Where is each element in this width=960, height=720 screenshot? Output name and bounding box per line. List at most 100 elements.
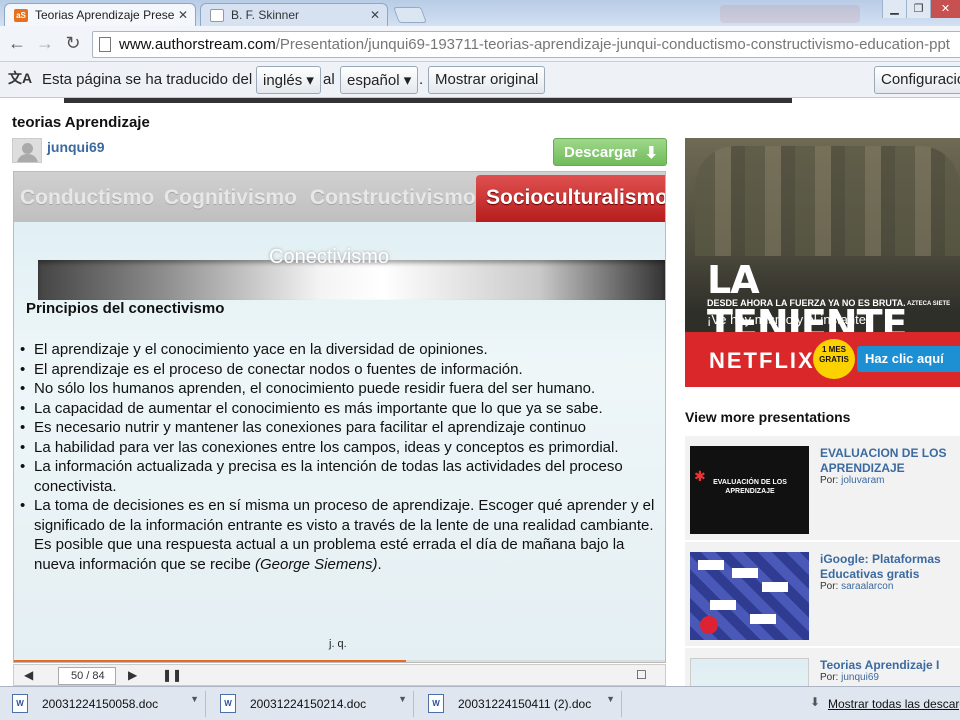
previous-slide-icon[interactable]: ◀ bbox=[24, 668, 33, 682]
source-language-select[interactable]: inglés ▾ bbox=[256, 66, 321, 94]
chevron-down-icon[interactable]: ▼ bbox=[398, 694, 407, 704]
translate-connector: al bbox=[323, 71, 335, 88]
slide-nav-socioculturalismo: Socioculturalismo bbox=[476, 175, 665, 222]
download-shelf: W 20031224150058.doc ▼ W 20031224150214.… bbox=[0, 686, 960, 720]
download-filename: 20031224150411 (2).doc bbox=[458, 697, 592, 711]
ad-badge: 1 MES GRATIS bbox=[813, 339, 855, 379]
show-all-downloads-link[interactable]: Mostrar todas las descarg bbox=[828, 697, 960, 711]
bullet-item: Es necesario nutrir y mantener las conex… bbox=[20, 418, 660, 438]
presentation-thumbnail[interactable] bbox=[690, 552, 809, 640]
translate-message: Esta página se ha traducido del bbox=[42, 71, 253, 88]
translate-settings-button[interactable]: Configuracio bbox=[874, 66, 960, 94]
show-original-button[interactable]: Mostrar original bbox=[428, 66, 546, 94]
slide-viewer[interactable]: Conductismo Cognitivismo Constructivismo… bbox=[13, 171, 666, 663]
maximize-icon[interactable]: ❐ bbox=[906, 0, 930, 18]
chevron-down-icon[interactable]: ▼ bbox=[190, 694, 199, 704]
word-document-icon: W bbox=[428, 694, 444, 713]
bullet-item: La habilidad para ver las conexiones ent… bbox=[20, 438, 660, 458]
list-item[interactable]: Teorias Aprendizaje I Por: junqui69 bbox=[685, 648, 960, 686]
back-arrow-icon[interactable]: ← bbox=[6, 33, 28, 55]
presentation-thumbnail[interactable] bbox=[690, 658, 809, 686]
ad-subtitle: ¡Ve hoy mismo y al instante! bbox=[707, 312, 870, 327]
close-tab-icon[interactable]: ✕ bbox=[370, 8, 380, 22]
bullet-citation: (George Siemens) bbox=[254, 555, 378, 573]
page-number-input[interactable]: 50 / 84 bbox=[58, 667, 116, 685]
author-link[interactable]: junqui69 bbox=[47, 139, 105, 155]
by-label: Por: bbox=[820, 672, 839, 683]
slide-heading: Principios del conectivismo bbox=[26, 300, 225, 317]
fullscreen-icon[interactable]: ☐ bbox=[636, 668, 647, 682]
related-title-link[interactable]: Teorias Aprendizaje I bbox=[820, 658, 960, 673]
google-logo-icon bbox=[732, 568, 758, 578]
slide-bullet-list: El aprendizaje y el conocimiento yace en… bbox=[20, 340, 660, 574]
url-host: www.authorstream.com bbox=[119, 36, 276, 53]
related-title-link[interactable]: EVALUACION DE LOS APRENDIZAJE bbox=[820, 446, 960, 476]
related-title-link[interactable]: iGoogle: Plataformas Educativas gratis bbox=[820, 552, 960, 582]
close-tab-icon[interactable]: ✕ bbox=[178, 8, 188, 22]
google-logo-icon bbox=[750, 614, 776, 624]
url-path: /Presentation/junqui69-193711-teorias-ap… bbox=[275, 36, 950, 53]
page-favicon-icon bbox=[210, 9, 224, 22]
slide-footer: j. q. bbox=[329, 638, 347, 650]
related-author: Por: saraalarcon bbox=[820, 581, 893, 592]
bullet-item: La información actualizada y precisa es … bbox=[20, 457, 660, 496]
window-controls: ▁ ❐ ✕ bbox=[882, 0, 960, 18]
close-window-icon[interactable]: ✕ bbox=[930, 0, 960, 18]
source-language-value: inglés bbox=[263, 72, 303, 89]
slide-nav-conductismo: Conductismo bbox=[20, 186, 155, 209]
google-logo-icon bbox=[762, 582, 788, 592]
ad-cta-button[interactable]: Haz clic aquí bbox=[857, 346, 960, 372]
google-logo-icon bbox=[710, 600, 736, 610]
authorstream-favicon-icon: aS bbox=[14, 9, 28, 22]
minimize-icon[interactable]: ▁ bbox=[882, 0, 906, 18]
download-arrow-icon: ⬇ bbox=[810, 695, 821, 709]
by-label: Por: bbox=[820, 581, 839, 592]
top-banner[interactable] bbox=[64, 98, 792, 103]
reload-icon[interactable]: ↻ bbox=[62, 33, 84, 55]
background-tab-area bbox=[720, 5, 860, 23]
new-tab-button[interactable] bbox=[393, 7, 427, 23]
slide-progress-track bbox=[14, 660, 665, 662]
ad-tagline: DESDE AHORA LA FUERZA YA NO ES BRUTA. bbox=[707, 298, 906, 308]
globe-icon bbox=[700, 616, 718, 634]
by-label: Por: bbox=[820, 475, 839, 486]
list-item[interactable]: iGoogle: Plataformas Educativas gratis P… bbox=[685, 542, 960, 646]
author-link[interactable]: saraalarcon bbox=[841, 581, 893, 592]
browser-toolbar: ← → ↻ www.authorstream.com/Presentation/… bbox=[0, 26, 960, 62]
tab-title: B. F. Skinner bbox=[231, 8, 300, 22]
translate-icon: 文A bbox=[8, 70, 33, 86]
address-bar[interactable]: www.authorstream.com/Presentation/junqui… bbox=[92, 31, 960, 58]
download-label: Descargar bbox=[564, 144, 638, 161]
list-item[interactable]: ✱ EVALUACIÓN DE LOS APRENDIZAJE EVALUACI… bbox=[685, 436, 960, 540]
tab-skinner[interactable]: B. F. Skinner ✕ bbox=[200, 3, 388, 26]
tab-teorias[interactable]: aS Teorias Aprendizaje Prese ✕ bbox=[4, 3, 196, 26]
slide-progress-fill bbox=[14, 660, 406, 662]
bullet-item: La capacidad de aumentar el conocimiento… bbox=[20, 399, 660, 419]
advertisement-banner[interactable]: LA TENIENTE DESDE AHORA LA FUERZA YA NO … bbox=[685, 138, 960, 387]
download-item[interactable]: W 20031224150411 (2).doc ▼ bbox=[416, 691, 622, 717]
download-item[interactable]: W 20031224150214.doc ▼ bbox=[208, 691, 414, 717]
slide-ribbon-title: Conectivismo bbox=[269, 246, 390, 268]
page-content: teorias Aprendizaje junqui69 Descargar ⬇… bbox=[0, 98, 960, 686]
more-presentations-heading: View more presentations bbox=[685, 409, 851, 425]
slide-nav-bar: Conductismo Cognitivismo Constructivismo… bbox=[14, 172, 665, 222]
word-document-icon: W bbox=[220, 694, 236, 713]
download-button[interactable]: Descargar ⬇ bbox=[553, 138, 667, 166]
next-slide-icon[interactable]: ▶ bbox=[128, 668, 137, 682]
thumbnail-text: EVALUACIÓN DE LOS APRENDIZAJE bbox=[713, 479, 787, 495]
avatar[interactable] bbox=[12, 138, 42, 163]
author-link[interactable]: joluvaram bbox=[841, 475, 884, 486]
chevron-down-icon[interactable]: ▼ bbox=[606, 694, 615, 704]
tab-title: Teorias Aprendizaje Prese bbox=[35, 8, 175, 22]
bullet-item: No sólo los humanos aprenden, el conocim… bbox=[20, 379, 660, 399]
chevron-down-icon: ▾ bbox=[403, 72, 412, 89]
ad-image bbox=[695, 146, 960, 256]
forward-arrow-icon[interactable]: → bbox=[34, 33, 56, 55]
presentation-thumbnail[interactable]: ✱ EVALUACIÓN DE LOS APRENDIZAJE bbox=[690, 446, 809, 534]
ad-network-logo: AZTECA SIETE bbox=[907, 301, 951, 307]
download-item[interactable]: W 20031224150058.doc ▼ bbox=[0, 691, 206, 717]
download-arrow-icon: ⬇ bbox=[644, 145, 658, 162]
target-language-select[interactable]: español ▾ bbox=[340, 66, 419, 94]
pause-icon[interactable]: ❚❚ bbox=[162, 668, 182, 682]
author-link[interactable]: junqui69 bbox=[841, 672, 879, 683]
